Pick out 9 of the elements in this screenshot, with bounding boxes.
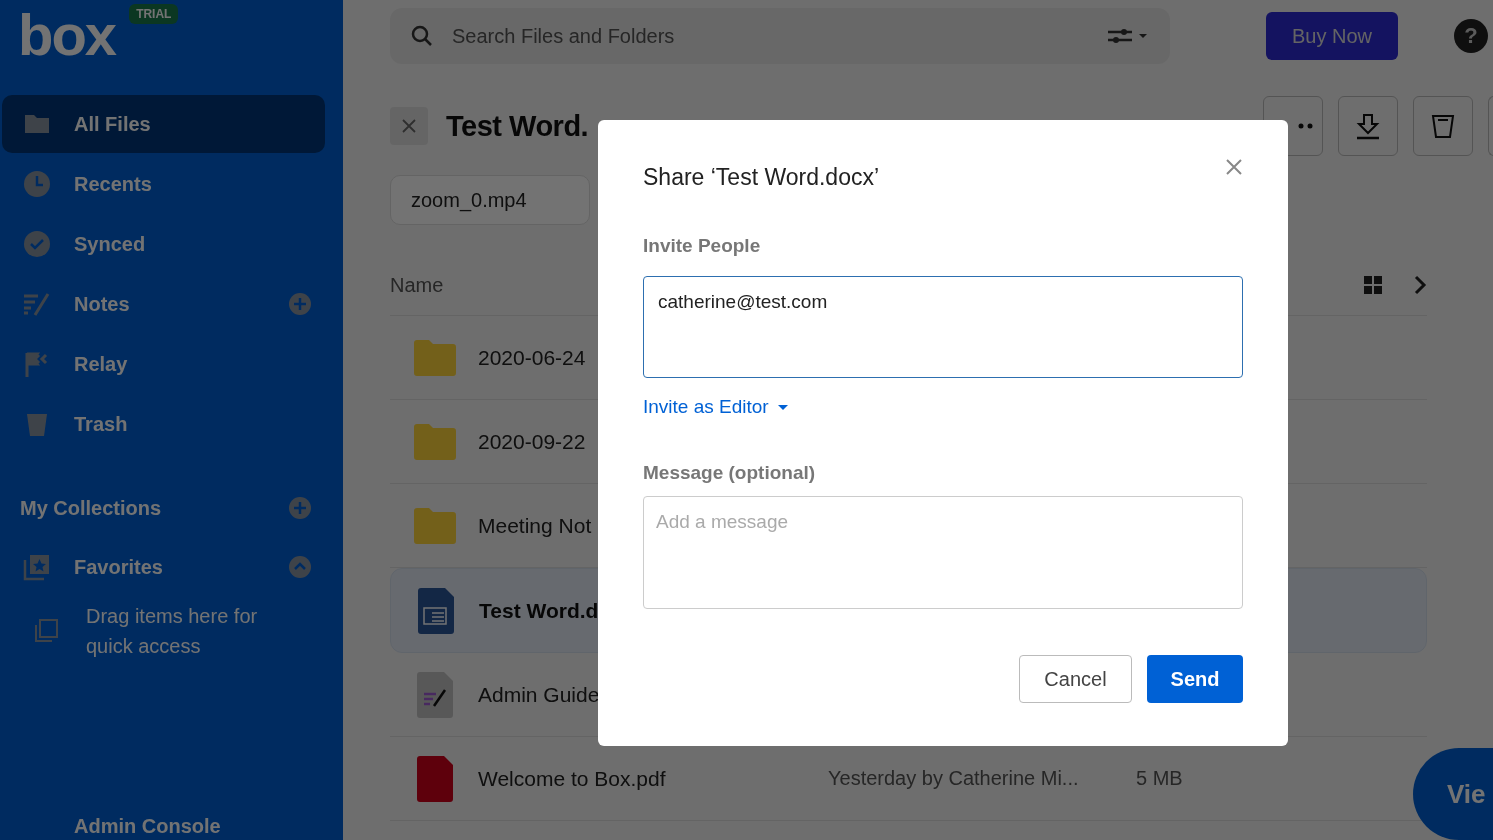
trial-badge: TRIAL — [129, 4, 179, 24]
modified-text: Yesterday by Catherine Mi... — [828, 767, 1080, 790]
section-title: My Collections — [20, 496, 162, 520]
page-title: Test Word. — [446, 109, 589, 143]
size-text: 5 MB — [1136, 767, 1183, 790]
dialog-title: Share ‘Test Word.docx’ — [643, 164, 880, 191]
hint-text: Drag items here for quick access — [86, 604, 259, 659]
field-label: Invite People — [643, 235, 762, 257]
field-label: Message (optional) — [643, 462, 817, 484]
